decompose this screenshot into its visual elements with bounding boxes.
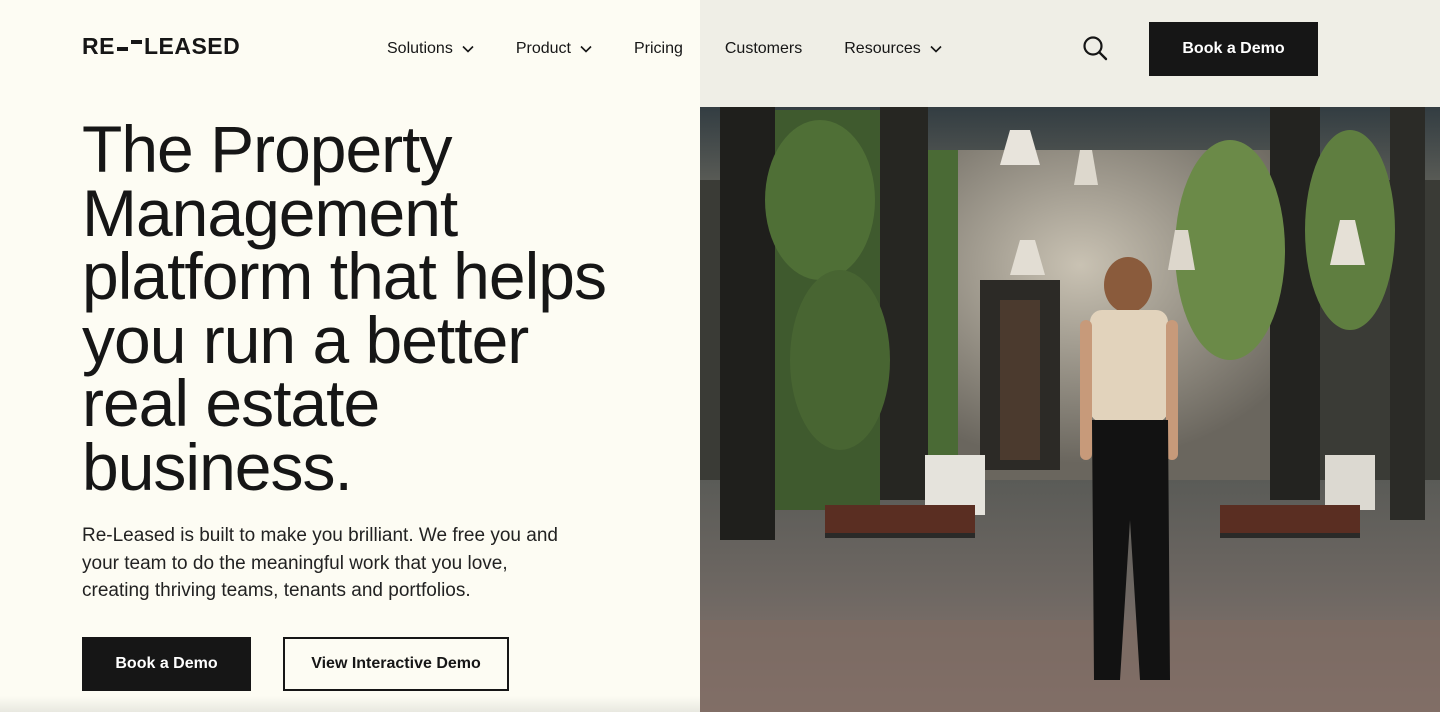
- chevron-down-icon: [580, 45, 592, 53]
- nav-item-resources[interactable]: Resources: [844, 38, 942, 60]
- nav-item-product[interactable]: Product: [516, 38, 592, 60]
- description-line: Re-Leased is built to make you brilliant…: [82, 525, 558, 546]
- nav-item-label: Solutions: [387, 40, 453, 57]
- nav-item-pricing[interactable]: Pricing: [634, 38, 683, 60]
- headline-line: business.: [82, 429, 353, 504]
- nav-item-label: Customers: [724, 40, 803, 57]
- nav-item-label: Resources: [844, 40, 921, 57]
- site-header: RE LEASED Solutions Product Pricing Cust…: [0, 0, 1440, 96]
- section-divider-shadow: [0, 696, 700, 712]
- logo-mark-icon: [116, 38, 142, 54]
- search-button[interactable]: [1082, 35, 1108, 61]
- search-icon: [1083, 36, 1108, 61]
- book-demo-button[interactable]: Book a Demo: [82, 637, 251, 691]
- nav-item-label: Pricing: [633, 40, 683, 57]
- nav-item-customers[interactable]: Customers: [725, 38, 802, 60]
- main-nav: Solutions Product Pricing Customers Reso…: [387, 38, 984, 60]
- nav-item-label: Product: [515, 40, 571, 57]
- chevron-down-icon: [462, 45, 474, 53]
- brand-logo[interactable]: RE LEASED: [82, 33, 240, 59]
- header-book-demo-button[interactable]: Book a Demo: [1149, 22, 1318, 76]
- hero-description: Re-Leased is built to make you brilliant…: [82, 522, 582, 605]
- description-line: your team to do the meaningful work that…: [82, 552, 508, 574]
- chevron-down-icon: [930, 45, 942, 53]
- hero-headline: The Property Management platform that he…: [82, 116, 642, 500]
- description-line: creating thriving teams, tenants and por…: [82, 580, 471, 601]
- nav-item-solutions[interactable]: Solutions: [387, 38, 474, 60]
- view-interactive-demo-button[interactable]: View Interactive Demo: [283, 637, 509, 691]
